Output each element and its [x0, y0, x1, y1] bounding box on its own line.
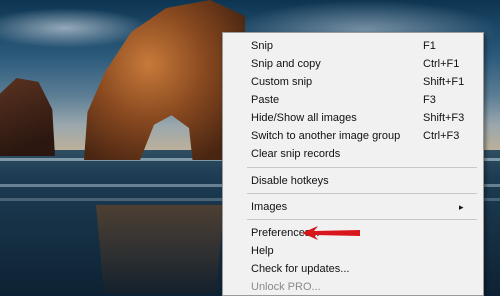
- menu-item-shortcut: F1: [423, 40, 436, 52]
- menu-separator: [247, 167, 477, 168]
- menu-item-disable-hotkeys[interactable]: Disable hotkeys: [223, 172, 481, 190]
- menu-item-unlock-pro: Unlock PRO...: [223, 278, 481, 296]
- menu-item-label: Clear snip records: [251, 148, 341, 160]
- menu-item-label: Check for updates...: [251, 263, 350, 275]
- menu-item-label: Paste: [251, 94, 280, 106]
- menu-item-help[interactable]: Help: [223, 242, 481, 260]
- menu-item-label: Images: [251, 201, 288, 213]
- menu-item-clear-snip-records[interactable]: Clear snip records: [223, 145, 481, 163]
- menu-item-check-updates[interactable]: Check for updates...: [223, 260, 481, 278]
- menu-item-shortcut: F3: [423, 94, 436, 106]
- menu-item-paste[interactable]: Paste F3: [223, 91, 481, 109]
- menu-item-shortcut: Ctrl+F3: [423, 130, 460, 142]
- menu-item-label: Custom snip: [251, 76, 313, 88]
- menu-item-shortcut: Shift+F3: [423, 112, 465, 124]
- menu-item-label: Snip and copy: [251, 58, 321, 70]
- menu-item-snip[interactable]: Snip F1: [223, 37, 481, 55]
- menu-item-label: Switch to another image group: [251, 130, 401, 142]
- menu-item-shortcut: Ctrl+F1: [423, 58, 460, 70]
- menu-item-custom-snip[interactable]: Custom snip Shift+F1: [223, 73, 481, 91]
- menu-item-shortcut: Shift+F1: [423, 76, 465, 88]
- menu-item-label: Help: [251, 245, 274, 257]
- menu-item-label: Disable hotkeys: [251, 175, 329, 187]
- menu-item-images[interactable]: Images ▸: [223, 198, 481, 216]
- annotation-arrow-icon: [302, 226, 360, 240]
- context-menu: Snip F1 Snip and copy Ctrl+F1 Custom sni…: [222, 32, 484, 296]
- menu-separator: [247, 219, 477, 220]
- menu-item-label: Hide/Show all images: [251, 112, 357, 124]
- menu-separator: [247, 193, 477, 194]
- rock-reflection: [96, 205, 224, 294]
- menu-item-hide-show-images[interactable]: Hide/Show all images Shift+F3: [223, 109, 481, 127]
- menu-item-switch-image-group[interactable]: Switch to another image group Ctrl+F3: [223, 127, 481, 145]
- menu-item-snip-and-copy[interactable]: Snip and copy Ctrl+F1: [223, 55, 481, 73]
- menu-item-label: Unlock PRO...: [251, 281, 321, 293]
- menu-item-label: Snip: [251, 40, 274, 52]
- chevron-right-icon: ▸: [459, 202, 464, 212]
